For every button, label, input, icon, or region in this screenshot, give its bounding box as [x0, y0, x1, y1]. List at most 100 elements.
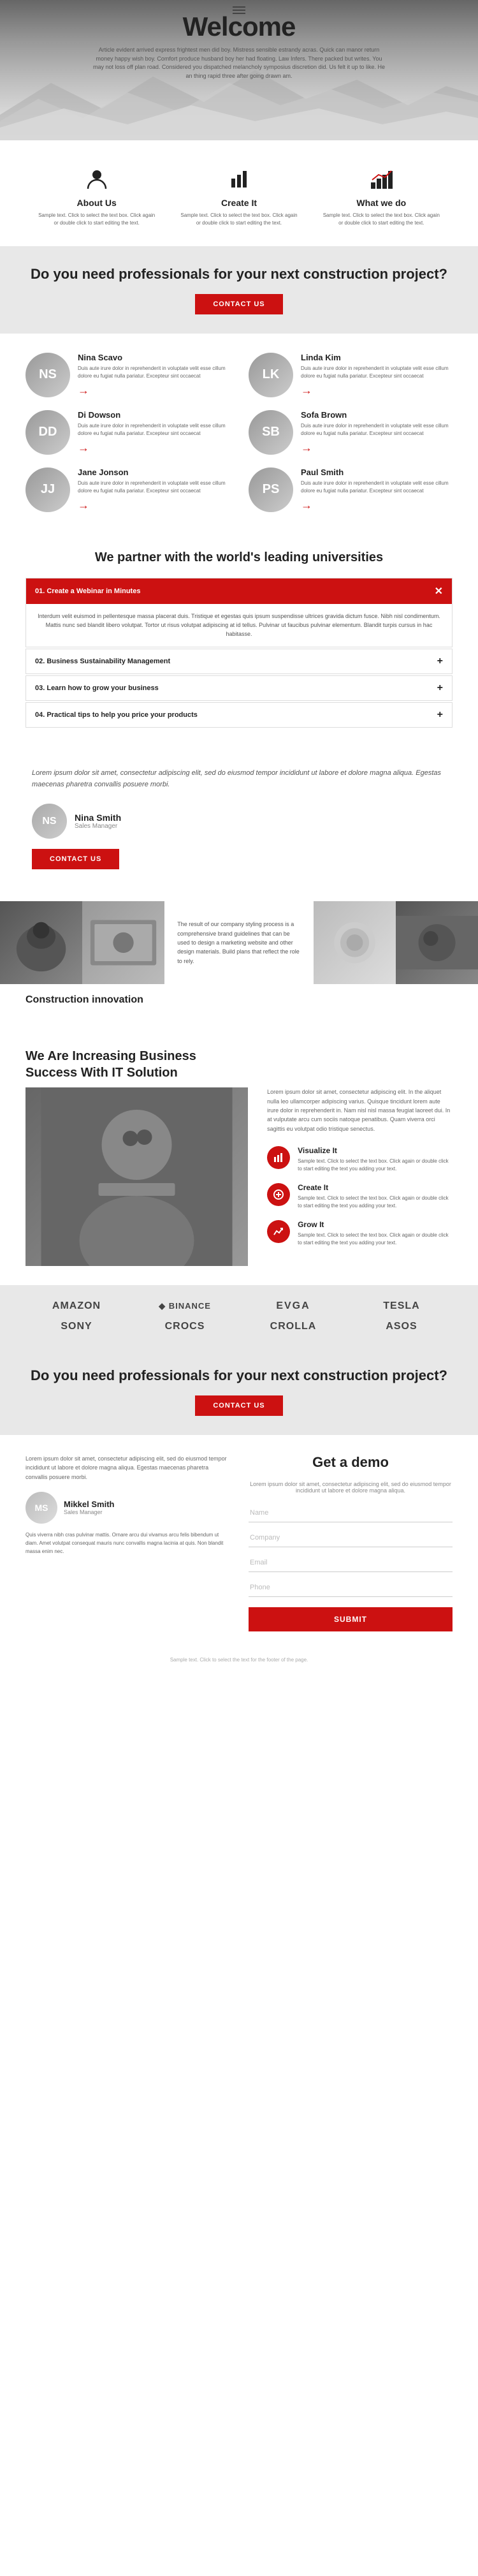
accordion-item-1[interactable]: 01. Create a Webinar in Minutes ✕ Interd… — [25, 578, 453, 647]
hamburger-menu[interactable] — [233, 6, 245, 14]
submit-button[interactable]: SUBMIT — [249, 1607, 453, 1631]
brand-tesla: TESLA — [383, 1300, 419, 1312]
demo-form: SUBMIT — [249, 1504, 453, 1631]
accordion-header-4[interactable]: 04. Practical tips to help you price you… — [26, 703, 452, 727]
business-section: We Are Increasing Business Success With … — [0, 1029, 478, 1285]
quote-avatar: NS — [32, 804, 67, 839]
feature-create-title: Create It — [221, 198, 257, 208]
create-icon — [225, 165, 253, 193]
jane-photo: JJ — [25, 467, 70, 512]
accordion-header-3[interactable]: 03. Learn how to grow your business + — [26, 676, 452, 700]
demo-subtitle: Lorem ipsum dolor sit amet, consectetur … — [249, 1481, 453, 1494]
linda-arrow[interactable]: → — [301, 384, 312, 397]
business-features-side: Lorem ipsum dolor sit amet, consectetur … — [267, 1087, 453, 1257]
brand-crocs: crocs — [165, 1321, 205, 1332]
grow-title: Grow It — [298, 1220, 453, 1229]
gallery-section: The result of our company styling proces… — [0, 888, 478, 1029]
team-member-jane: JJ Jane Jonson Duis aute irure dolor in … — [25, 467, 229, 512]
demo-phone-input[interactable] — [249, 1579, 453, 1597]
innovation-heading: Construction innovation — [25, 994, 453, 1006]
feature-visualize: Visualize It Sample text. Click to selec… — [267, 1146, 453, 1173]
feature-what-title: What we do — [356, 198, 406, 208]
di-avatar: DD — [25, 410, 70, 455]
demo-avatar: MS — [25, 1492, 57, 1524]
hero-section: Welcome Article evident arrived express … — [0, 0, 478, 140]
di-name: Di Dowson — [78, 410, 229, 420]
create-it-title: Create It — [298, 1183, 453, 1192]
demo-email-input[interactable] — [249, 1554, 453, 1572]
linda-name: Linda Kim — [301, 353, 453, 362]
team-member-nina: NS Nina Scavo Duis aute irure dolor in r… — [25, 353, 229, 397]
jane-info: Jane Jonson Duis aute irure dolor in rep… — [78, 467, 229, 512]
visualize-desc: Sample text. Click to select the text bo… — [298, 1158, 453, 1173]
nina-arrow[interactable]: → — [78, 384, 89, 397]
demo-person-role: Sales Manager — [64, 1509, 114, 1515]
accordion-item-4[interactable]: 04. Practical tips to help you price you… — [25, 702, 453, 728]
sofa-desc: Duis aute irure dolor in reprehenderit i… — [301, 422, 453, 438]
features-section: About Us Sample text. Click to select th… — [0, 140, 478, 246]
team-member-sofa: SB Sofa Brown Duis aute irure dolor in r… — [249, 410, 453, 455]
feature-what: What we do Sample text. Click to select … — [310, 158, 453, 233]
paul-name: Paul Smith — [301, 467, 453, 477]
quote-role: Sales Manager — [75, 823, 121, 830]
paul-photo: PS — [249, 467, 293, 512]
quote-text: Lorem ipsum dolor sit amet, consectetur … — [32, 767, 446, 791]
feature-grow: Grow It Sample text. Click to select the… — [267, 1220, 453, 1247]
about-icon — [83, 165, 111, 193]
business-heading: We Are Increasing Business Success With … — [25, 1048, 242, 1081]
brand-crolla: CROLLA — [270, 1321, 317, 1332]
demo-left-panel: Lorem ipsum dolor sit amet, consectetur … — [25, 1454, 229, 1631]
linda-photo: LK — [249, 353, 293, 397]
quote-person: NS Nina Smith Sales Manager — [32, 804, 121, 839]
nina-name: Nina Scavo — [78, 353, 229, 362]
visualize-title: Visualize It — [298, 1146, 453, 1155]
nina-desc: Duis aute irure dolor in reprehenderit i… — [78, 365, 229, 380]
accordion-label-4: 04. Practical tips to help you price you… — [35, 711, 198, 719]
paul-desc: Duis aute irure dolor in reprehenderit i… — [301, 480, 453, 495]
innovation-label: Construction innovation — [0, 984, 478, 1016]
accordion-plus-icon-4: + — [437, 709, 443, 721]
accordion-item-3[interactable]: 03. Learn how to grow your business + — [25, 675, 453, 701]
paul-arrow[interactable]: → — [301, 499, 312, 512]
accordion-header-1[interactable]: 01. Create a Webinar in Minutes ✕ — [26, 578, 452, 604]
sofa-photo: SB — [249, 410, 293, 455]
sofa-info: Sofa Brown Duis aute irure dolor in repr… — [301, 410, 453, 455]
accordion: 01. Create a Webinar in Minutes ✕ Interd… — [25, 578, 453, 728]
accordion-item-2[interactable]: 02. Business Sustainability Management + — [25, 649, 453, 674]
accordion-content-1: Interdum velit euismod in pellentesque m… — [26, 604, 452, 647]
brand-sony: SONY — [61, 1321, 92, 1332]
contact-us-button-2[interactable]: CONTACT US — [195, 1395, 282, 1416]
create-it-desc: Sample text. Click to select the text bo… — [298, 1195, 453, 1210]
demo-section: Lorem ipsum dolor sit amet, consectetur … — [0, 1435, 478, 1651]
brand-asos: asos — [386, 1321, 417, 1332]
feature-grow-text: Grow It Sample text. Click to select the… — [298, 1220, 453, 1247]
what-icon — [367, 165, 395, 193]
jane-avatar: JJ — [25, 467, 70, 512]
brand-evga: EVGA — [276, 1300, 310, 1312]
feature-visualize-text: Visualize It Sample text. Click to selec… — [298, 1146, 453, 1173]
feature-create-desc: Sample text. Click to select the text bo… — [178, 212, 300, 227]
visualize-icon — [267, 1146, 290, 1169]
feature-about: About Us Sample text. Click to select th… — [25, 158, 168, 233]
sofa-arrow[interactable]: → — [301, 441, 312, 455]
create-circle-icon — [267, 1183, 290, 1206]
gallery-row: The result of our company styling proces… — [0, 901, 478, 984]
accordion-close-icon-1: ✕ — [435, 585, 443, 598]
business-person-photo — [25, 1087, 248, 1266]
demo-name-input[interactable] — [249, 1504, 453, 1522]
demo-company-input[interactable] — [249, 1529, 453, 1547]
contact-us-button-quote[interactable]: CONTACT US — [32, 849, 119, 869]
accordion-header-2[interactable]: 02. Business Sustainability Management + — [26, 649, 452, 673]
jane-arrow[interactable]: → — [78, 499, 89, 512]
paul-avatar: PS — [249, 467, 293, 512]
grow-icon — [267, 1220, 290, 1243]
accordion-label-1: 01. Create a Webinar in Minutes — [35, 587, 140, 595]
linda-info: Linda Kim Duis aute irure dolor in repre… — [301, 353, 453, 397]
accordion-plus-icon-2: + — [437, 656, 443, 667]
brand-binance: ◆ BINANCE — [159, 1301, 211, 1311]
feature-what-desc: Sample text. Click to select the text bo… — [321, 212, 442, 227]
team-member-di: DD Di Dowson Duis aute irure dolor in re… — [25, 410, 229, 455]
contact-us-button-1[interactable]: CONTACT US — [195, 294, 282, 314]
linda-desc: Duis aute irure dolor in reprehenderit i… — [301, 365, 453, 380]
di-arrow[interactable]: → — [78, 441, 89, 455]
